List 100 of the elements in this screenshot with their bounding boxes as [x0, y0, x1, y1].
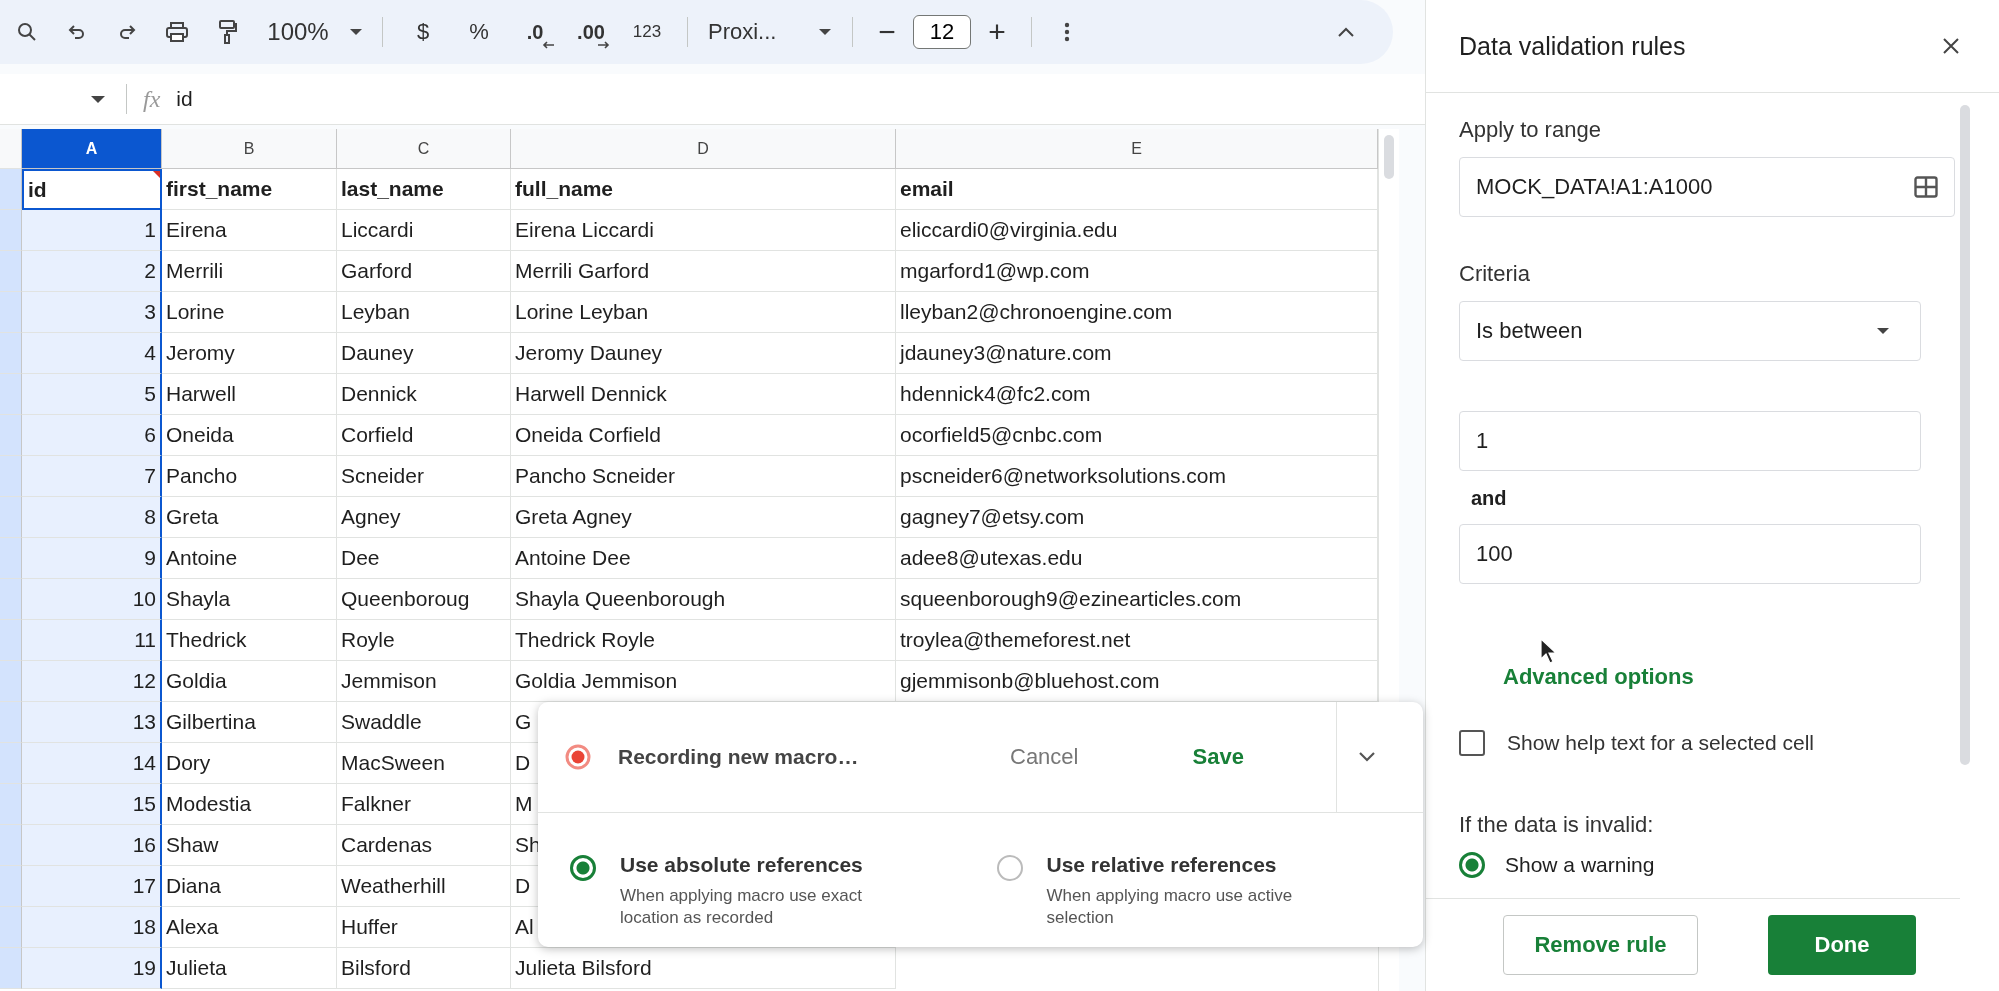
active-cell[interactable]: id	[22, 169, 162, 210]
column-header[interactable]: A	[22, 129, 162, 169]
scrollbar-thumb[interactable]	[1384, 135, 1394, 179]
number-format-button[interactable]: 123	[621, 12, 673, 52]
caret-icon[interactable]	[90, 94, 106, 104]
row-header[interactable]	[0, 497, 22, 538]
table-cell: Julieta	[162, 948, 337, 989]
formula-field[interactable]: id	[176, 87, 193, 111]
table-cell: Greta	[162, 497, 337, 538]
checkbox-label: Show help text for a selected cell	[1507, 731, 1814, 755]
close-icon[interactable]	[1942, 37, 1960, 55]
table-cell: Swaddle	[337, 702, 511, 743]
table-cell: Bilsford	[337, 948, 511, 989]
checkbox[interactable]	[1459, 730, 1485, 756]
row-header[interactable]	[0, 661, 22, 702]
row-header[interactable]	[0, 907, 22, 948]
row-header[interactable]	[0, 784, 22, 825]
criteria-dropdown[interactable]: Is between	[1459, 301, 1921, 361]
font-size-field[interactable]: 12	[913, 15, 971, 49]
currency-button[interactable]: $	[397, 12, 449, 52]
row-header[interactable]	[0, 620, 22, 661]
table-cell: Merrili Garford	[511, 251, 896, 292]
table-cell: Oneida	[162, 415, 337, 456]
function-label: fx	[143, 85, 161, 113]
criteria-label: Criteria	[1459, 261, 1531, 287]
decrease-font-size-button[interactable]: −	[867, 12, 907, 52]
row-header[interactable]	[0, 866, 22, 907]
table-cell: adee8@utexas.edu	[896, 538, 1378, 579]
table-cell: Greta Agney	[511, 497, 896, 538]
zoom-dropdown[interactable]: 100%	[260, 12, 370, 52]
table-cell: Eirena Liccardi	[511, 210, 896, 251]
table-cell: 6	[22, 415, 162, 456]
table-cell: Oneida Corfield	[511, 415, 896, 456]
remove-rule-button[interactable]: Remove rule	[1503, 915, 1698, 975]
row-header[interactable]	[0, 948, 22, 989]
column-header[interactable]: D	[511, 129, 896, 169]
column-header[interactable]: E	[896, 129, 1378, 169]
table-cell: jdauney3@nature.com	[896, 333, 1378, 374]
table-cell: Jeromy	[162, 333, 337, 374]
caret-icon	[348, 28, 363, 36]
panel-title: Data validation rules	[1459, 31, 1686, 61]
row-header[interactable]	[0, 743, 22, 784]
grid-icon[interactable]	[1914, 176, 1938, 198]
table-cell: 4	[22, 333, 162, 374]
increase-decimals-button[interactable]: .00	[565, 12, 617, 52]
decrease-decimals-button[interactable]: .0	[509, 12, 561, 52]
chevron-down-icon[interactable]	[1356, 751, 1377, 763]
row-header[interactable]	[0, 456, 22, 497]
caret-icon	[1876, 327, 1890, 335]
increase-font-size-button[interactable]: +	[977, 12, 1017, 52]
range-label: Apply to range	[1459, 117, 1602, 143]
column-header[interactable]: B	[162, 129, 337, 169]
recording-status: Recording new macro…	[618, 745, 860, 769]
table-cell: mgarford1@wp.com	[896, 251, 1378, 292]
percent-button[interactable]: %	[453, 12, 505, 52]
row-header[interactable]	[0, 579, 22, 620]
row-header[interactable]	[0, 825, 22, 866]
table-cell: Agney	[337, 497, 511, 538]
row-header[interactable]	[0, 210, 22, 251]
row-header[interactable]	[0, 538, 22, 579]
cancel-button[interactable]: Cancel	[998, 736, 1091, 778]
row-header[interactable]	[0, 169, 22, 210]
range-field[interactable]: MOCK_DATA!A1:A1000	[1459, 157, 1955, 217]
table-cell: Shayla Queenborough	[511, 579, 896, 620]
font-dropdown[interactable]: Proxi...	[700, 12, 840, 52]
table-cell: Leyban	[337, 292, 511, 333]
radio-button[interactable]	[1459, 852, 1485, 878]
table-cell: Dauney	[337, 333, 511, 374]
table-cell: Diana	[162, 866, 337, 907]
table-cell: Jemmison	[337, 661, 511, 702]
left-arrow-icon	[541, 40, 555, 50]
table-cell: 13	[22, 702, 162, 743]
table-cell: troylea@themeforest.net	[896, 620, 1378, 661]
table-cell: Lorine	[162, 292, 337, 333]
min-value-field[interactable]: 1	[1459, 411, 1921, 471]
corner-cell[interactable]	[0, 129, 22, 169]
table-cell: Falkner	[337, 784, 511, 825]
table-cell: 14	[22, 743, 162, 784]
scrollbar-thumb[interactable]	[1959, 105, 1970, 765]
table-cell: eliccardi0@virginia.edu	[896, 210, 1378, 251]
save-button[interactable]: Save	[1180, 736, 1256, 778]
table-cell: 11	[22, 620, 162, 661]
table-cell: Royle	[337, 620, 511, 661]
row-header[interactable]	[0, 702, 22, 743]
row-header[interactable]	[0, 374, 22, 415]
done-button[interactable]: Done	[1768, 915, 1916, 975]
row-header[interactable]	[0, 333, 22, 374]
table-cell: Cardenas	[337, 825, 511, 866]
table-cell: full_name	[511, 169, 896, 210]
table-cell: 7	[22, 456, 162, 497]
max-value-field[interactable]: 100	[1459, 524, 1921, 584]
radio-button[interactable]	[996, 855, 1023, 881]
row-header[interactable]	[0, 415, 22, 456]
radio-button[interactable]	[570, 855, 596, 881]
note-marker-icon	[153, 171, 160, 178]
table-cell: Shayla	[162, 579, 337, 620]
row-header[interactable]	[0, 292, 22, 333]
advanced-options-link[interactable]: Advanced options	[1503, 664, 1694, 690]
row-header[interactable]	[0, 251, 22, 292]
column-header[interactable]: C	[337, 129, 511, 169]
